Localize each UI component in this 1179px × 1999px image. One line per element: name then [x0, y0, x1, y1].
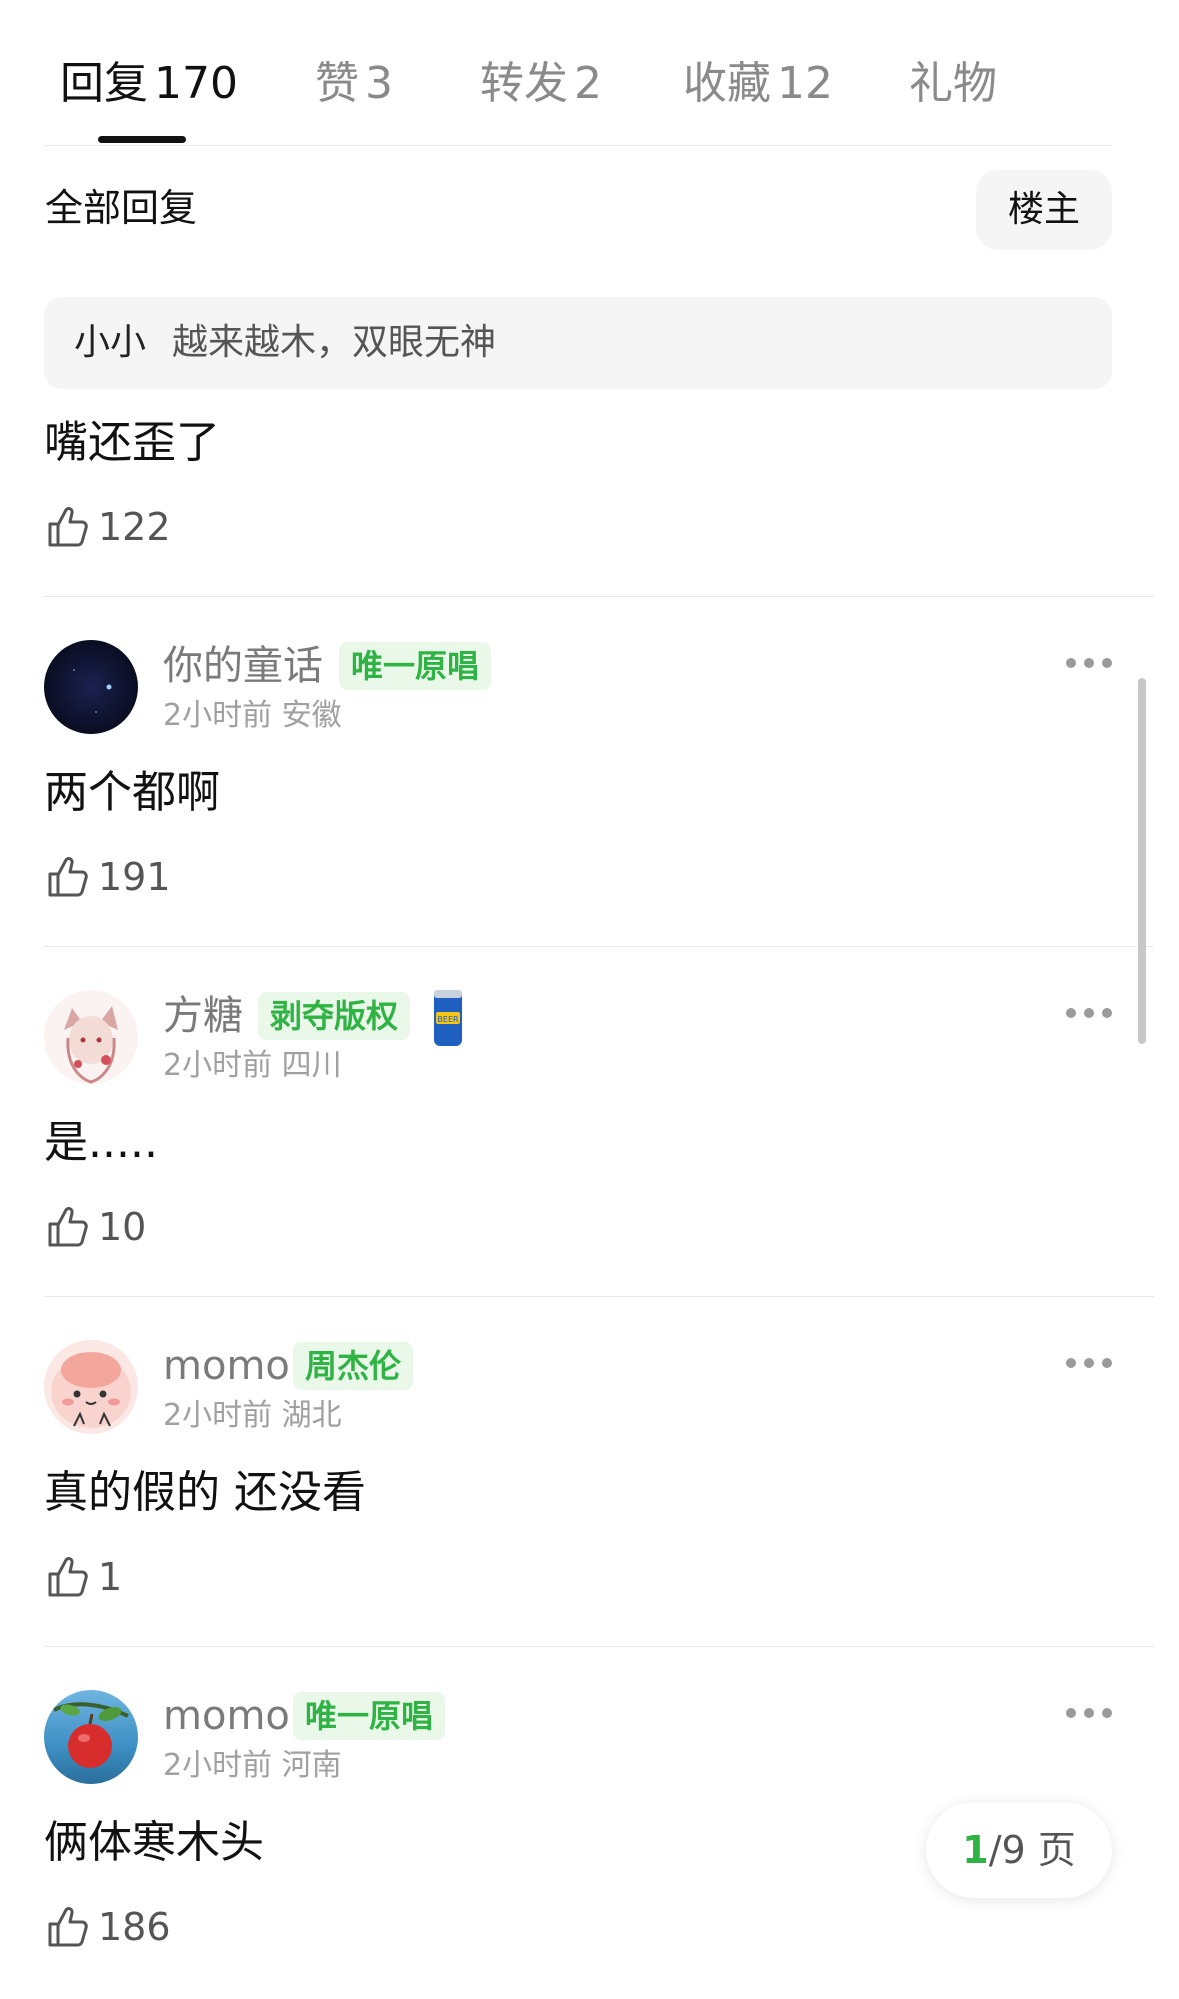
comment-meta: 2小时前 河南 — [163, 1744, 342, 1788]
comment-time: 2小时前 — [163, 1748, 273, 1783]
page-indicator[interactable]: 1/9 页 — [926, 1802, 1112, 1898]
comment-username[interactable]: momo — [163, 1340, 290, 1392]
tab-reposts[interactable]: 转发 2 — [480, 48, 602, 120]
current-page: 1 — [962, 1828, 989, 1872]
comment-time: 2小时前 — [163, 1048, 273, 1083]
tab-replies-count: 170 — [154, 58, 238, 109]
like-button[interactable]: 1 — [44, 1549, 122, 1605]
peach-avatar[interactable] — [44, 1340, 138, 1434]
more-options-icon[interactable] — [1066, 653, 1112, 673]
comment-text: 是..... — [44, 1117, 158, 1168]
more-options-icon[interactable] — [1066, 1353, 1112, 1373]
apple-icon — [53, 1702, 129, 1768]
tab-gifts-label: 礼物 — [909, 58, 997, 109]
comment-username[interactable]: momo — [163, 1690, 290, 1742]
thumbs-up-icon — [48, 1207, 88, 1247]
tab-replies[interactable]: 回复 170 — [60, 48, 238, 120]
section-title: 全部回复 — [45, 186, 198, 230]
svg-text:BEER: BEER — [437, 1015, 459, 1024]
tab-likes-label: 赞 — [315, 58, 359, 109]
anime-girl-icon — [64, 1006, 118, 1084]
comment-location: 安徽 — [281, 698, 342, 733]
tab-gifts[interactable]: 礼物 — [909, 48, 997, 120]
more-options-icon[interactable] — [1066, 1703, 1112, 1723]
user-badge: 周杰伦 — [293, 1342, 414, 1390]
comment-divider — [44, 1296, 1154, 1297]
like-button[interactable]: 122 — [44, 499, 171, 555]
user-badge: 剥夺版权 — [258, 992, 411, 1040]
comment-meta: 2小时前 四川 — [163, 1044, 342, 1088]
comment-time: 2小时前 — [163, 698, 273, 733]
like-button[interactable]: 10 — [44, 1199, 146, 1255]
user-badge: 唯一原唱 — [339, 642, 492, 690]
thumbs-up-icon — [48, 857, 88, 897]
thumbs-up-icon — [48, 507, 88, 547]
owner-filter-button[interactable]: 楼主 — [976, 170, 1112, 250]
like-count: 122 — [98, 505, 171, 549]
like-count: 1 — [98, 1555, 123, 1599]
comment-divider — [44, 1646, 1154, 1647]
more-options-icon[interactable] — [1066, 1003, 1112, 1023]
comment-username[interactable]: 你的童话 — [163, 640, 323, 692]
comment-text: 两个都啊 — [44, 767, 220, 818]
tab-favorites-count: 12 — [777, 58, 833, 109]
apple-avatar[interactable] — [44, 1690, 138, 1784]
like-count: 10 — [98, 1205, 147, 1249]
tab-likes[interactable]: 赞3 — [315, 48, 393, 120]
like-button[interactable]: 191 — [44, 849, 171, 905]
comment-meta: 2小时前 安徽 — [163, 694, 342, 738]
tab-bar: 回复 170 赞3 转发 2 收藏 12 礼物 — [60, 48, 1120, 120]
tab-divider — [44, 145, 1112, 146]
like-button[interactable]: 186 — [44, 1899, 171, 1955]
quote-author: 小小 — [74, 322, 147, 363]
comment-username[interactable]: 方糖 — [163, 990, 243, 1042]
thumbs-up-icon — [48, 1557, 88, 1597]
peach-face-icon — [51, 1352, 131, 1428]
thumbs-up-icon — [48, 1907, 88, 1947]
comment-time: 2小时前 — [163, 1398, 273, 1433]
scrollbar[interactable] — [1138, 678, 1146, 1044]
comment-text: 俩体寒木头 — [44, 1817, 264, 1868]
anime-girl-avatar[interactable] — [44, 990, 138, 1084]
like-count: 186 — [98, 1905, 171, 1949]
comment-meta: 2小时前 湖北 — [163, 1394, 342, 1438]
active-tab-indicator — [98, 136, 186, 143]
quoted-reply[interactable]: 小小 越来越木，双眼无神 — [44, 297, 1112, 389]
tab-reposts-count: 2 — [574, 58, 602, 109]
tab-likes-count: 3 — [365, 58, 393, 109]
tab-reposts-label: 转发 — [480, 58, 568, 109]
comment-location: 湖北 — [281, 1398, 342, 1433]
tab-favorites[interactable]: 收藏 12 — [683, 48, 833, 120]
comment-location: 河南 — [281, 1748, 342, 1783]
comment-location: 四川 — [281, 1048, 342, 1083]
night-sky-avatar[interactable] — [44, 640, 138, 734]
comment-divider — [44, 596, 1154, 597]
quote-text: 越来越木，双眼无神 — [172, 322, 497, 363]
star-icon — [73, 669, 112, 713]
comment-text: 真的假的 还没看 — [44, 1467, 366, 1518]
reply-text: 嘴还歪了 — [44, 417, 220, 468]
tab-replies-label: 回复 — [60, 58, 148, 109]
comment-divider — [44, 946, 1154, 947]
user-badge: 唯一原唱 — [293, 1692, 446, 1740]
total-pages: /9 页 — [988, 1828, 1076, 1872]
tab-favorites-label: 收藏 — [683, 58, 771, 109]
beer-can-icon: BEER — [434, 990, 462, 1046]
like-count: 191 — [98, 855, 171, 899]
